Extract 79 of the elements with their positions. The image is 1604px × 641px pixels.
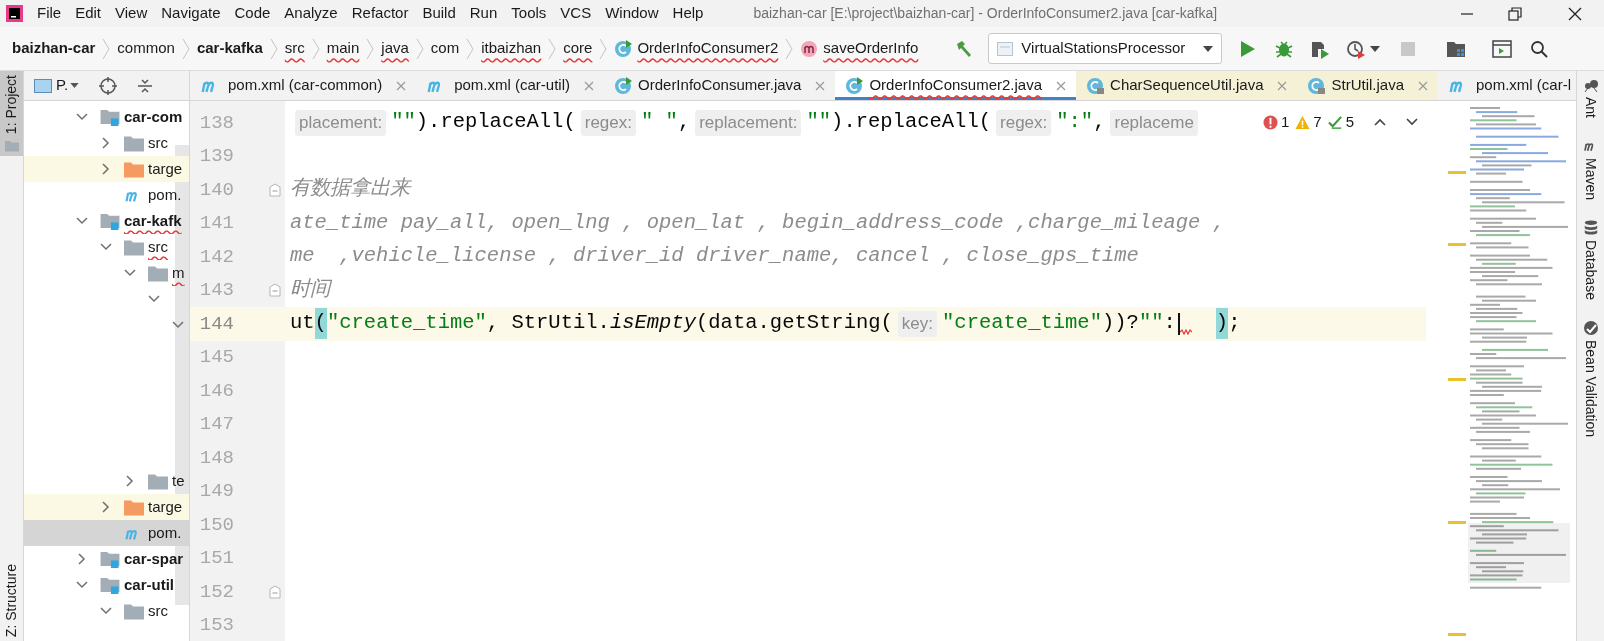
parameter-hint: replaceme — [1110, 110, 1198, 136]
line-number: 148 — [198, 445, 234, 471]
tree-item[interactable]: pom. — [148, 521, 182, 545]
line-number: 149 — [198, 479, 234, 504]
menu-item[interactable]: Tools — [505, 2, 553, 25]
window-title: baizhan-car [E:\project\baizhan-car] - OrderInfoConsumer2.java [car-kafka] — [753, 4, 1218, 23]
menu-item[interactable]: View — [109, 2, 154, 25]
menu-item[interactable]: Navigate — [155, 2, 227, 25]
parameter-hint: key: — [897, 311, 938, 337]
breadcrumb-item[interactable]: com — [430, 37, 460, 60]
inspection-counter[interactable]: 7 — [1295, 110, 1322, 134]
view-selector[interactable]: P. — [56, 74, 80, 97]
line-number: 143 — [198, 278, 234, 303]
tool-window-tab[interactable]: Maven — [1580, 138, 1601, 201]
menu-item[interactable]: File — [31, 2, 68, 25]
code-line: placement: "").replaceAll( regex: " ", replacement: "").replaceAll( regex: ":", replaceme — [290, 107, 1203, 139]
tree-item[interactable]: m — [172, 261, 185, 285]
tree-item[interactable]: targe — [148, 157, 183, 181]
editor-tab[interactable]: StrUtil.java — [1297, 71, 1438, 100]
menu-item[interactable]: Analyze — [278, 2, 344, 25]
tree-item[interactable]: te — [172, 469, 185, 493]
breadcrumb-item[interactable]: core — [563, 37, 593, 60]
line-number: 153 — [198, 613, 234, 638]
code-line: 有数据拿出来 — [290, 176, 410, 203]
inspection-counter[interactable]: 5 — [1327, 110, 1354, 134]
tool-window-tab[interactable]: Ant — [1580, 77, 1601, 118]
line-number: 142 — [198, 244, 234, 270]
editor-tab[interactable]: CharSequenceUtil.java — [1076, 71, 1298, 100]
tree-item[interactable]: car-util — [124, 573, 174, 597]
tree-item[interactable]: src — [148, 235, 168, 259]
editor-tab[interactable]: OrderInfoConsumer2.java — [835, 71, 1077, 100]
tool-window-tab[interactable]: Bean Validation — [1580, 320, 1601, 438]
menu-item[interactable]: Run — [463, 2, 504, 25]
breadcrumb-item[interactable]: saveOrderInfo — [823, 37, 919, 60]
menu-item[interactable]: Code — [228, 2, 277, 25]
menu-item[interactable]: VCS — [554, 2, 598, 25]
code-line: 时间 — [290, 276, 330, 303]
line-number: 146 — [198, 378, 234, 404]
line-number: 152 — [198, 579, 234, 605]
breadcrumb-item[interactable]: src — [284, 37, 305, 60]
line-number: 150 — [198, 512, 234, 538]
tree-item[interactable]: car-com — [124, 105, 183, 129]
line-number: 151 — [198, 546, 234, 571]
line-number: 141 — [198, 211, 234, 236]
code-line: me ,vehicle_license , driver_id driver_name, cancel , close_gps_time — [290, 243, 1139, 270]
tool-window-tab[interactable]: 1: Project — [0, 71, 23, 157]
tree-item[interactable]: car-kafk — [124, 209, 182, 233]
tool-window-tab[interactable]: Database — [1580, 220, 1601, 300]
breadcrumb-item[interactable]: common — [117, 37, 175, 60]
tool-window-tab[interactable]: Z: Structure — [0, 559, 23, 641]
menu-item[interactable]: Help — [666, 2, 710, 25]
line-number: 138 — [198, 110, 234, 136]
breadcrumb-item[interactable]: java — [381, 37, 409, 60]
tree-item[interactable]: src — [148, 131, 168, 155]
tree-item[interactable]: src — [148, 599, 168, 623]
line-number: 140 — [198, 177, 234, 203]
code-line: ate_time pay_all, open_lng , open_lat , begin_address_code ,charge_mileage , — [290, 209, 1225, 236]
tree-item[interactable]: targe — [148, 495, 183, 519]
breadcrumb-item[interactable]: car-kafka — [196, 37, 263, 60]
line-number: 139 — [198, 144, 234, 169]
breadcrumb-item[interactable]: OrderInfoConsumer2 — [637, 37, 779, 60]
line-number: 145 — [198, 345, 234, 370]
tree-item[interactable]: pom. — [148, 183, 182, 207]
code-line: ut("create_time", StrUtil.isEmpty(data.getString( key: "create_time"))?"": ); — [290, 308, 1241, 340]
menu-item[interactable]: Build — [416, 2, 462, 25]
parameter-hint: placement: — [295, 110, 387, 136]
run-configuration-dropdown[interactable]: VirtualStationsProcessor — [988, 33, 1223, 64]
menu-item[interactable]: Edit — [69, 2, 108, 25]
breadcrumb-item[interactable]: main — [326, 37, 360, 60]
tree-item[interactable]: car-spar — [124, 547, 184, 571]
parameter-hint: regex: — [580, 110, 636, 136]
breadcrumb-item[interactable]: baizhan-car — [12, 37, 96, 60]
inspection-counter[interactable]: 1 — [1262, 110, 1290, 134]
menu-item[interactable]: Refactor — [345, 2, 415, 25]
breadcrumb-item[interactable]: itbaizhan — [481, 37, 542, 60]
menu-item[interactable]: Window — [599, 2, 665, 25]
parameter-hint: regex: — [996, 110, 1052, 136]
line-number: 147 — [198, 412, 234, 437]
parameter-hint: replacement: — [695, 110, 802, 136]
